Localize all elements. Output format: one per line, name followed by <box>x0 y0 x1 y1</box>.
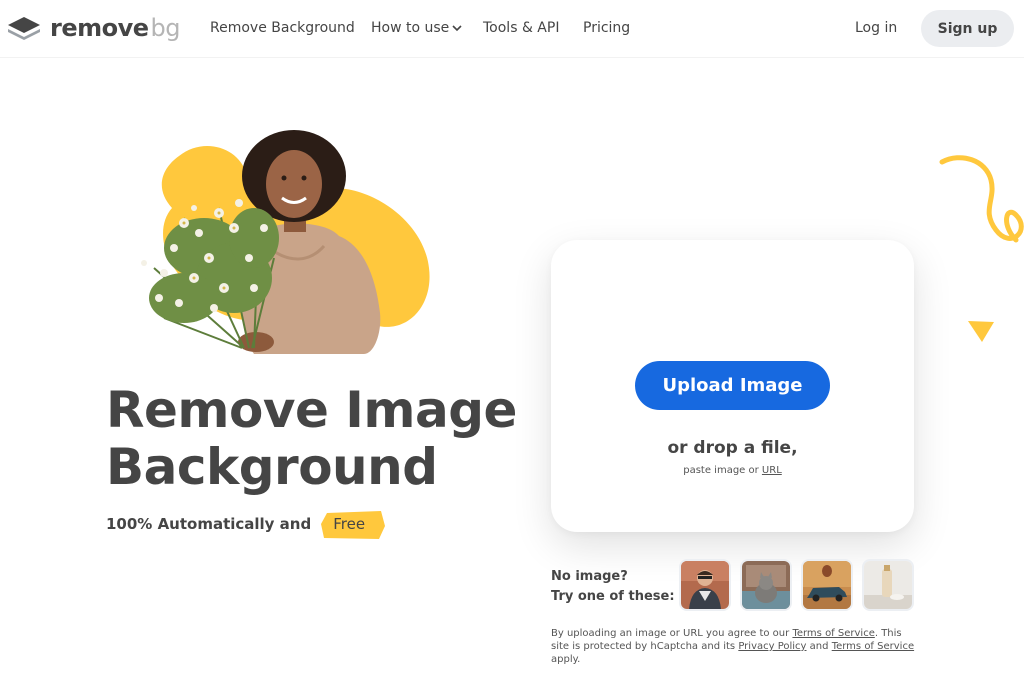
paste-hint: paste image or URL <box>551 465 914 476</box>
free-badge: Free <box>321 510 386 539</box>
nav-tools-api[interactable]: Tools & API <box>483 20 559 36</box>
legal-text-1: By uploading an image or URL you agree t… <box>551 628 790 639</box>
upload-card[interactable]: Upload Image or drop a file, paste image… <box>551 240 914 532</box>
url-link[interactable]: URL <box>762 465 782 476</box>
logo-text: removebg <box>50 14 181 42</box>
sample-thumbnails <box>679 559 914 611</box>
hero-illustration <box>141 130 430 354</box>
sample-bottle-thumbnail[interactable] <box>862 559 914 611</box>
legal-text-3: and <box>809 641 829 652</box>
paste-hint-text: paste image or <box>683 465 759 476</box>
logo-icon <box>8 17 40 40</box>
hero-title-line2: Background <box>106 438 438 496</box>
nav-how-to-use-label: How to use <box>371 20 450 36</box>
sample-person-thumbnail[interactable] <box>679 559 731 611</box>
triangle-decoration <box>968 321 994 342</box>
signup-button[interactable]: Sign up <box>921 10 1014 47</box>
nav-pricing[interactable]: Pricing <box>583 20 630 36</box>
terms-of-service-link-2[interactable]: Terms of Service <box>832 641 914 652</box>
free-badge-label: Free <box>333 515 366 533</box>
legal-notice: By uploading an image or URL you agree t… <box>551 627 916 666</box>
logo[interactable]: removebg <box>6 14 181 42</box>
upload-image-button[interactable]: Upload Image <box>635 361 830 410</box>
hero-title: Remove Image Background <box>106 382 517 496</box>
no-image-line2: Try one of these: <box>551 589 675 604</box>
top-navbar: removebg Remove Background How to use To… <box>0 0 1024 58</box>
sample-car-thumbnail[interactable] <box>801 559 853 611</box>
terms-of-service-link[interactable]: Terms of Service <box>792 628 874 639</box>
hero-subtitle-text: 100% Automatically and <box>106 515 312 533</box>
drop-file-text: or drop a file, <box>667 438 798 458</box>
no-image-line1: No image? <box>551 569 628 584</box>
legal-text-4: apply. <box>551 654 581 665</box>
sample-cat-thumbnail[interactable] <box>740 559 792 611</box>
nav-remove-background[interactable]: Remove Background <box>210 20 355 36</box>
privacy-policy-link[interactable]: Privacy Policy <box>738 641 806 652</box>
no-image-prompt: No image? Try one of these: <box>551 567 675 607</box>
hero-title-line1: Remove Image <box>106 381 517 439</box>
squiggle-decoration <box>939 155 1024 243</box>
chevron-down-icon <box>452 25 462 32</box>
nav-how-to-use[interactable]: How to use <box>371 20 462 36</box>
hero-subtitle: 100% Automatically and Free <box>106 510 386 539</box>
face-shape <box>266 150 322 218</box>
login-link[interactable]: Log in <box>855 20 897 36</box>
